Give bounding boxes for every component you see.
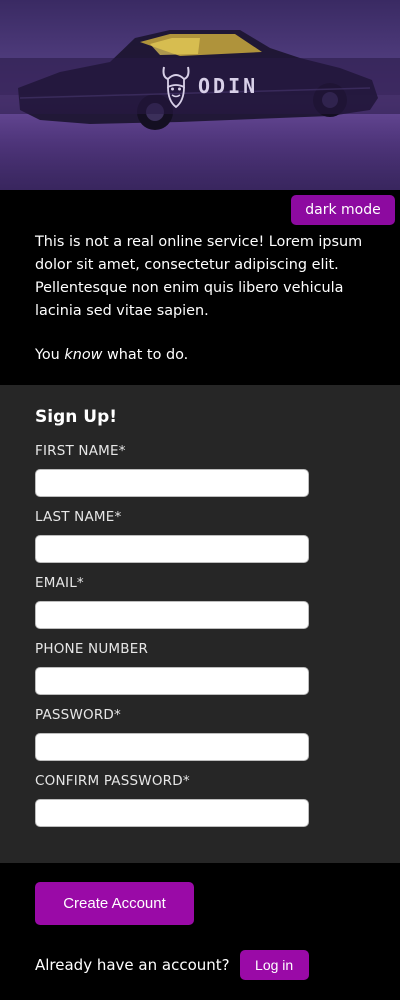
phone-label: PHONE NUMBER xyxy=(35,641,149,657)
login-button[interactable]: Log in xyxy=(239,950,309,980)
email-field[interactable] xyxy=(35,601,309,629)
viking-head-icon xyxy=(162,66,190,109)
site-logo[interactable]: ODIN xyxy=(160,60,258,112)
logo-wordmark: ODIN xyxy=(198,74,259,98)
last-name-label: LAST NAME* xyxy=(35,509,122,525)
first-name-field[interactable] xyxy=(35,469,309,497)
cta-emphasis: know xyxy=(64,347,103,363)
cta-suffix: what to do. xyxy=(102,347,189,363)
hero-banner: ODIN xyxy=(0,0,400,190)
intro-paragraph: This is not a real online service! Lorem… xyxy=(35,234,363,319)
login-prompt: Already have an account? xyxy=(35,956,230,974)
password-field[interactable] xyxy=(35,733,309,761)
intro-cta: You know what to do. xyxy=(35,344,375,367)
confirm-password-label: CONFIRM PASSWORD* xyxy=(35,773,190,789)
signup-form: Sign Up! FIRST NAME* LAST NAME* EMAIL* P… xyxy=(0,385,400,863)
form-title: Sign Up! xyxy=(35,407,117,427)
intro-text: This is not a real online service! Lorem… xyxy=(35,231,375,367)
confirm-password-field[interactable] xyxy=(35,799,309,827)
phone-field[interactable] xyxy=(35,667,309,695)
last-name-field[interactable] xyxy=(35,535,309,563)
first-name-label: FIRST NAME* xyxy=(35,443,126,459)
cta-prefix: You xyxy=(35,347,65,363)
create-account-button[interactable]: Create Account xyxy=(35,882,194,925)
password-label: PASSWORD* xyxy=(35,707,121,723)
login-row: Already have an account? Log in xyxy=(35,950,309,980)
email-label: EMAIL* xyxy=(35,575,84,591)
dark-mode-button[interactable]: dark mode xyxy=(291,195,395,225)
